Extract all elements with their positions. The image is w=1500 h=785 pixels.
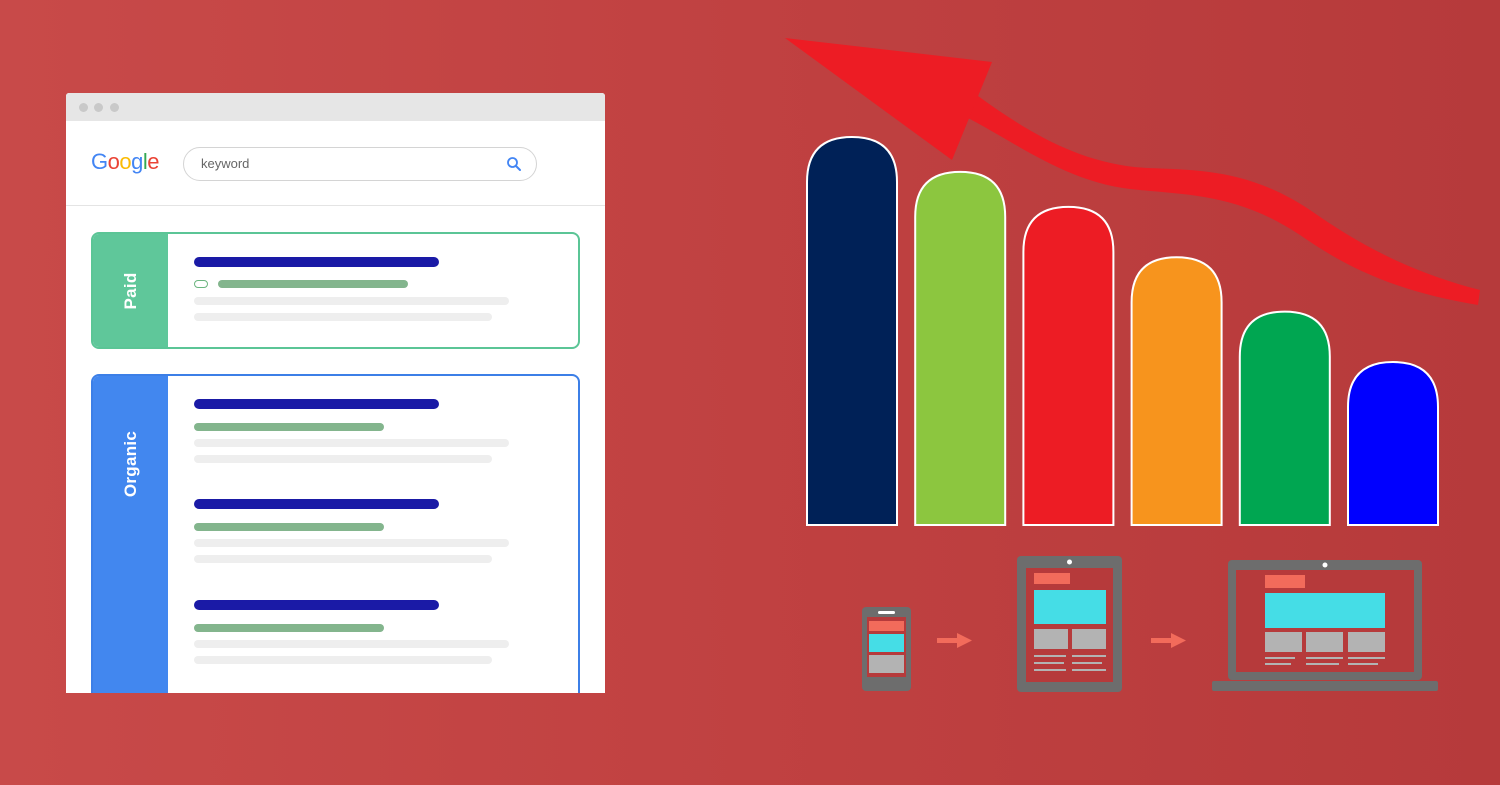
phone-icon	[862, 607, 911, 691]
arrow-right-icon	[1151, 633, 1186, 648]
arrow-right-icon	[937, 633, 972, 648]
tablet-icon	[1017, 556, 1122, 692]
responsive-devices	[862, 556, 1438, 692]
laptop-icon	[1212, 560, 1438, 691]
